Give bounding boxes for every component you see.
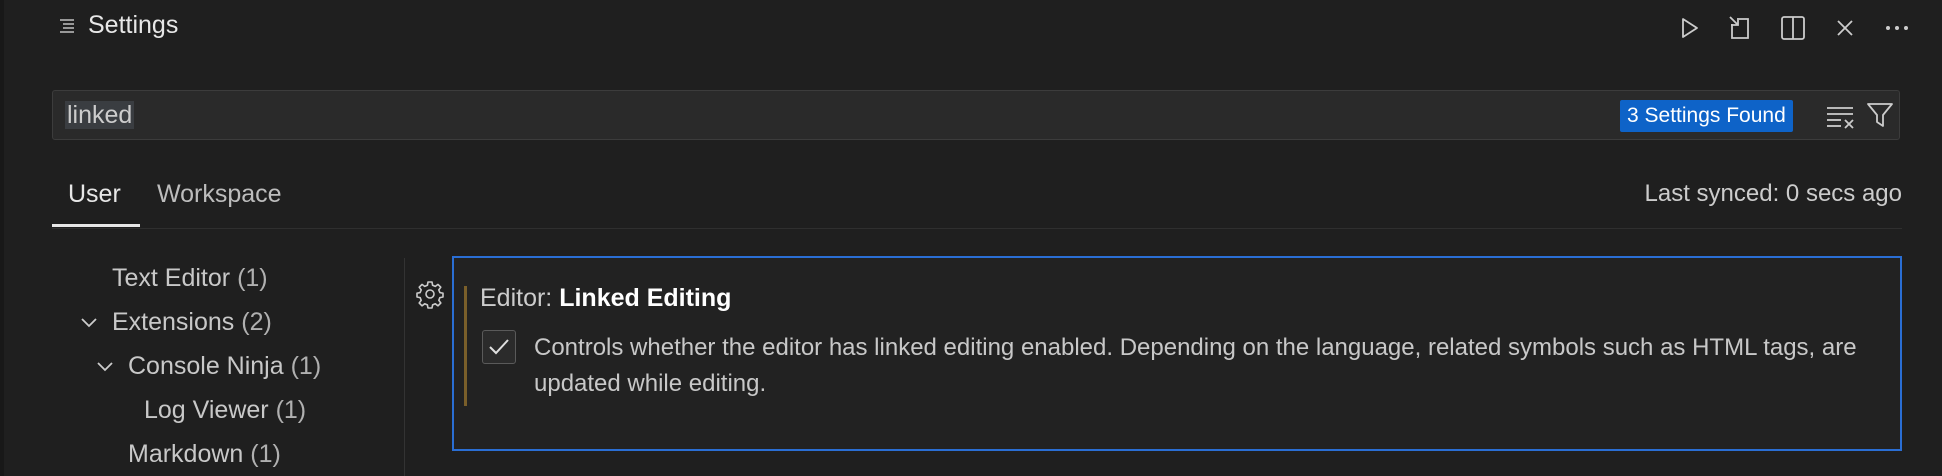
toc-item-console-ninja[interactable]: Console Ninja (1) bbox=[128, 352, 321, 381]
run-icon[interactable] bbox=[1672, 11, 1706, 45]
search-query[interactable]: linked bbox=[65, 101, 135, 129]
toc-item-label: Log Viewer bbox=[144, 396, 269, 424]
toc-item-text-editor[interactable]: Text Editor (1) bbox=[112, 264, 268, 293]
setting-description: Controls whether the editor has linked e… bbox=[534, 334, 1857, 397]
toc-item-label: Markdown bbox=[128, 440, 244, 468]
setting-name: Linked Editing bbox=[559, 284, 732, 312]
settings-search-input[interactable]: linked 3 Settings Found bbox=[52, 90, 1900, 140]
sync-status: Last synced: 0 secs ago bbox=[1644, 180, 1902, 207]
chevron-down-icon[interactable] bbox=[94, 356, 116, 378]
settings-list-icon bbox=[60, 19, 74, 33]
toc-item-count: (1) bbox=[250, 440, 281, 468]
open-settings-json-icon[interactable] bbox=[1724, 11, 1758, 45]
split-editor-icon[interactable] bbox=[1776, 11, 1810, 45]
toc-divider bbox=[404, 258, 405, 476]
close-icon[interactable] bbox=[1828, 11, 1862, 45]
toc-item-extensions[interactable]: Extensions (2) bbox=[112, 308, 272, 337]
chevron-down-icon[interactable] bbox=[78, 312, 100, 334]
toc-item-log-viewer[interactable]: Log Viewer (1) bbox=[144, 396, 306, 425]
toc-item-count: (1) bbox=[275, 396, 307, 424]
toc-item-count: (1) bbox=[237, 264, 268, 292]
toc-item-label: Text Editor bbox=[112, 264, 231, 292]
results-count-badge: 3 Settings Found bbox=[1620, 100, 1793, 132]
gear-icon[interactable] bbox=[415, 279, 445, 309]
active-tab-indicator bbox=[52, 224, 140, 227]
toc-item-markdown[interactable]: Markdown (1) bbox=[128, 440, 281, 469]
tab-workspace[interactable]: Workspace bbox=[157, 180, 282, 209]
toc-item-label: Console Ninja bbox=[128, 352, 284, 380]
clear-filter-icon[interactable] bbox=[1825, 102, 1857, 130]
more-actions-icon[interactable] bbox=[1880, 11, 1914, 45]
left-edge bbox=[0, 0, 4, 476]
setting-category: Editor: bbox=[480, 284, 560, 312]
editor-title: Settings bbox=[88, 11, 179, 39]
linked-editing-checkbox[interactable] bbox=[482, 330, 516, 364]
modified-indicator bbox=[464, 286, 467, 406]
setting-item-linked-editing: Editor: Linked Editing Controls whether … bbox=[452, 256, 1902, 451]
checkmark-icon bbox=[489, 339, 509, 355]
toc-item-count: (1) bbox=[290, 352, 322, 380]
setting-title: Editor: Linked Editing bbox=[480, 284, 731, 313]
settings-scope-tabs: User Workspace Last synced: 0 secs ago bbox=[52, 170, 1902, 229]
filter-icon[interactable] bbox=[1865, 100, 1895, 130]
toc-item-label: Extensions bbox=[112, 308, 235, 336]
editor-title-bar: Settings bbox=[0, 0, 1942, 58]
toc-item-count: (2) bbox=[241, 308, 272, 336]
tab-user[interactable]: User bbox=[68, 180, 121, 209]
